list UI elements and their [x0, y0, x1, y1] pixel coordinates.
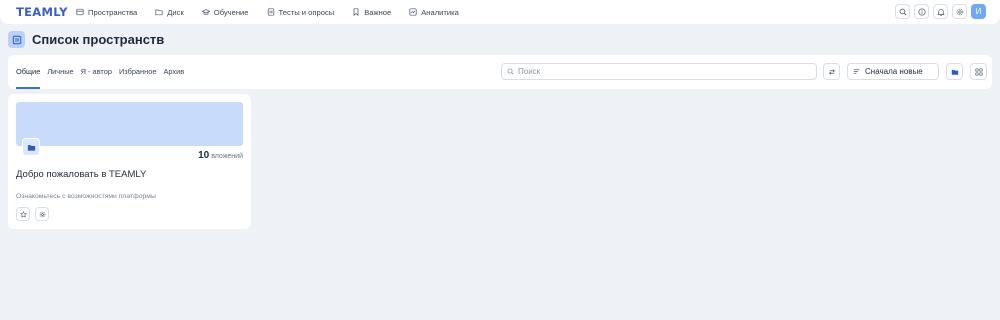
attachments-count: 10 вложений: [198, 150, 243, 161]
graduation-icon: [201, 9, 210, 15]
grid-icon: [974, 67, 983, 76]
main-nav: Пространства Диск Обучение Тесты и опрос…: [76, 0, 477, 24]
space-tabs: Общие Личные Я - автор Избранное Архив: [16, 55, 191, 89]
app-logo[interactable]: TEAMLY: [16, 5, 68, 19]
settings-icon: [956, 8, 963, 15]
info-icon: [917, 7, 926, 16]
nav-item-tests[interactable]: Тесты и опросы: [267, 7, 335, 17]
checklist-icon: [267, 8, 274, 16]
tab-personal[interactable]: Личные: [47, 55, 73, 89]
nav-item-label: Обучение: [213, 7, 249, 17]
space-icon: [22, 138, 40, 156]
folder-icon: [27, 144, 35, 151]
notifications-button[interactable]: [933, 4, 948, 19]
sort-label: Сначала новые: [865, 67, 923, 76]
sort-dropdown[interactable]: Сначала новые: [847, 63, 939, 80]
star-icon: [19, 210, 27, 218]
bookmark-icon: [353, 8, 359, 16]
spaces-icon: [76, 8, 84, 16]
settings-button[interactable]: [952, 4, 967, 19]
space-cover: [16, 102, 243, 146]
page-header: Список пространств: [8, 31, 164, 48]
swap-icon: [828, 68, 835, 75]
sort-direction-button[interactable]: [823, 63, 840, 80]
attachments-label: вложений: [211, 153, 243, 160]
grid-view-button[interactable]: [970, 63, 987, 80]
user-avatar[interactable]: И: [971, 4, 986, 19]
top-bar: TEAMLY Пространства Диск Обучение Тесты …: [0, 0, 1000, 24]
tab-favorites[interactable]: Избранное: [119, 55, 156, 89]
settings-icon: [39, 211, 45, 217]
tab-general[interactable]: Общие: [16, 55, 41, 89]
folder-view-button[interactable]: [946, 63, 963, 80]
nav-item-label: Важное: [364, 7, 392, 17]
space-actions: [16, 207, 54, 221]
nav-item-disk[interactable]: Диск: [155, 8, 184, 17]
search-icon: [507, 68, 514, 75]
nav-item-spaces[interactable]: Пространства: [76, 8, 137, 17]
search-icon: [899, 8, 906, 15]
nav-item-label: Аналитика: [421, 7, 459, 17]
global-search-button[interactable]: [895, 4, 910, 19]
sort-lines-icon: [853, 69, 860, 74]
analytics-icon: [409, 8, 417, 16]
space-settings-button[interactable]: [35, 207, 49, 221]
favorite-button[interactable]: [16, 207, 30, 221]
space-card[interactable]: 10 вложений Добро пожаловать в TEAMLY Оз…: [8, 94, 251, 229]
folder-icon: [155, 9, 163, 16]
nav-item-label: Диск: [167, 7, 184, 17]
space-description: Ознакомьтесь с возможностями платформы: [16, 193, 156, 200]
tab-author[interactable]: Я - автор: [81, 55, 112, 89]
help-button[interactable]: [914, 4, 929, 19]
page-title: Список пространств: [32, 32, 165, 47]
spaces-list-icon: [8, 31, 25, 48]
nav-item-label: Пространства: [88, 7, 138, 17]
search-box[interactable]: [501, 63, 817, 80]
folder-icon: [951, 69, 958, 75]
nav-item-analytics[interactable]: Аналитика: [409, 8, 459, 17]
nav-item-learning[interactable]: Обучение: [201, 7, 249, 17]
tab-archive[interactable]: Архив: [163, 55, 184, 89]
filter-toolbar: Общие Личные Я - автор Избранное Архив С…: [8, 55, 992, 89]
space-title[interactable]: Добро пожаловать в TEAMLY: [16, 169, 146, 180]
top-actions: И: [891, 4, 986, 19]
nav-item-important[interactable]: Важное: [352, 8, 391, 17]
search-input[interactable]: [518, 67, 798, 76]
bell-icon: [936, 8, 945, 16]
nav-item-label: Тесты и опросы: [278, 7, 335, 17]
attachments-number: 10: [198, 150, 210, 161]
